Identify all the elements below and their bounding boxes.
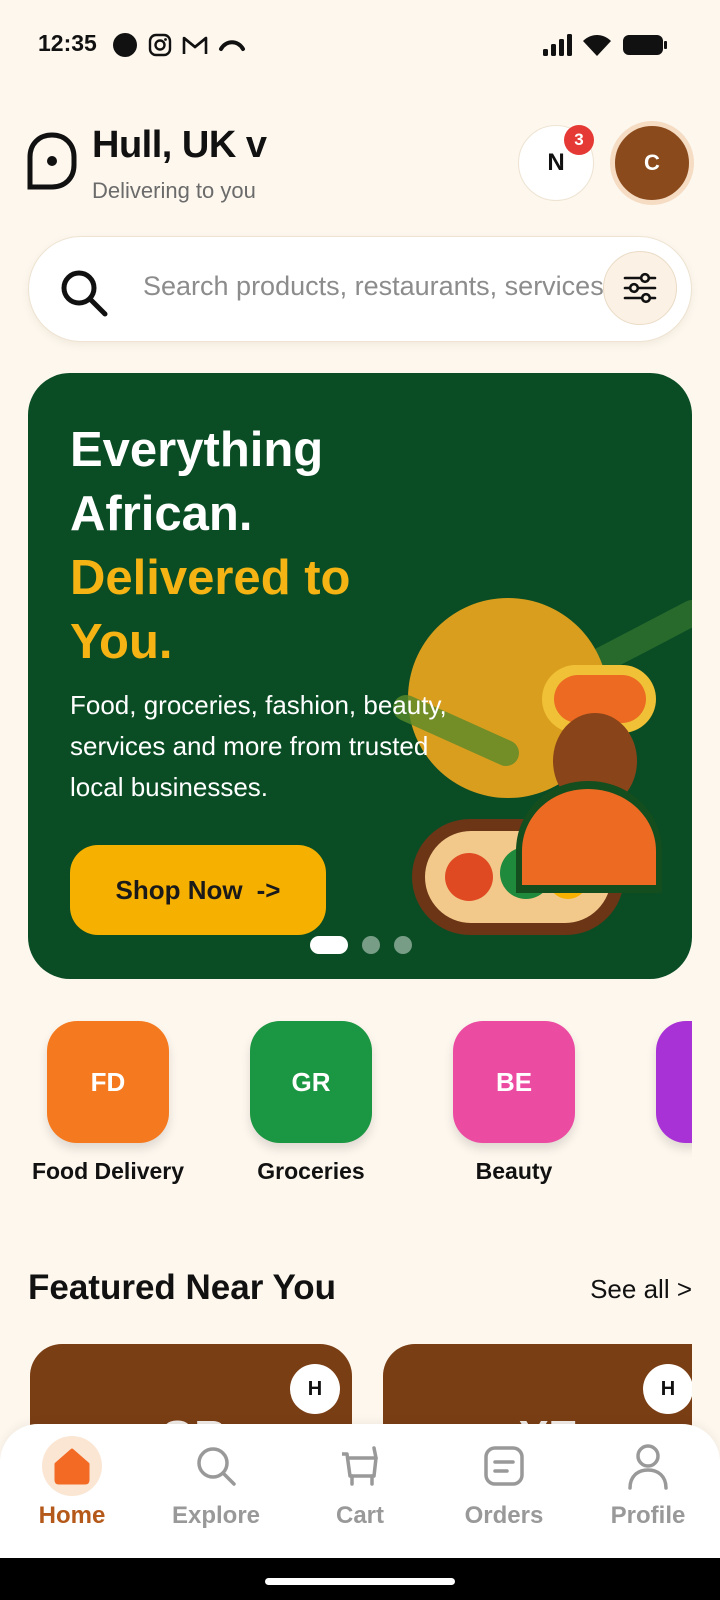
nav-label: Cart	[335, 1502, 384, 1529]
shop-now-button[interactable]: Shop Now ->	[70, 845, 326, 935]
hero-title-line-1: Everything	[70, 423, 324, 477]
gesture-bar	[0, 1558, 720, 1600]
category-fashion[interactable]: Fa	[617, 1021, 692, 1181]
nav-orders[interactable]: Orders	[444, 1436, 564, 1546]
signal-icon	[543, 34, 572, 56]
category-label: Fa	[617, 1158, 692, 1181]
category-tile	[656, 1021, 692, 1143]
search-icon	[197, 1447, 236, 1486]
favorite-badge[interactable]: H	[643, 1364, 692, 1414]
notification-icons	[112, 30, 246, 60]
circle-dot-icon	[113, 33, 137, 57]
sliders-icon	[623, 272, 657, 304]
nav-explore[interactable]: Explore	[156, 1436, 276, 1546]
carousel-dot-3[interactable]	[394, 936, 412, 954]
category-tile: BE	[453, 1021, 575, 1143]
see-all-link[interactable]: See all >	[590, 1274, 692, 1305]
nav-label: Explore	[171, 1502, 261, 1529]
notifications-label: N	[547, 149, 565, 176]
nav-label: Profile	[610, 1502, 686, 1529]
nav-label: Home	[38, 1502, 106, 1529]
shop-now-label: Shop Now	[115, 874, 243, 905]
category-label: Beauty	[475, 1158, 553, 1184]
wifi-icon	[583, 35, 611, 56]
notification-count-badge: 3	[564, 125, 594, 155]
search-input[interactable]: Search products, restaurants, services	[143, 271, 629, 302]
filter-button[interactable]	[603, 251, 677, 325]
category-tile: FD	[47, 1021, 169, 1143]
instagram-icon	[148, 33, 172, 57]
nav-cart[interactable]: Cart	[300, 1436, 420, 1546]
location-pin-icon[interactable]	[27, 132, 77, 190]
profile-icon	[628, 1444, 668, 1490]
home-icon	[54, 1448, 90, 1485]
home-indicator[interactable]	[265, 1578, 455, 1585]
hero-highlight-line-2: You.	[70, 615, 173, 669]
carousel-dot-2[interactable]	[362, 936, 380, 954]
favorite-badge[interactable]: H	[290, 1364, 340, 1414]
delivery-subtitle: Delivering to you	[92, 178, 256, 203]
hero-banner[interactable]: Everything African. Delivered to You. Fo…	[28, 373, 692, 979]
category-groceries[interactable]: GR Groceries	[211, 1021, 411, 1185]
gmail-icon	[182, 36, 208, 54]
system-icons	[542, 30, 668, 60]
bottom-navigation: Home Explore Cart Orders Profile	[0, 1424, 720, 1558]
section-title: Featured Near You	[28, 1268, 336, 1307]
category-label: Food Delivery	[31, 1158, 185, 1184]
hero-title-line-2: African.	[70, 487, 253, 541]
cart-icon	[342, 1446, 378, 1486]
arrow-right-icon: ->	[256, 874, 281, 905]
category-food-delivery[interactable]: FD Food Delivery	[8, 1021, 208, 1185]
category-beauty[interactable]: BE Beauty	[414, 1021, 614, 1185]
avatar[interactable]: C	[610, 121, 694, 205]
hero-description: Food, groceries, fashion, beauty, servic…	[70, 690, 447, 802]
carousel-dot-1[interactable]	[310, 936, 348, 954]
status-bar: 12:35	[0, 0, 720, 90]
nav-label: Orders	[464, 1502, 544, 1529]
nav-profile[interactable]: Profile	[588, 1436, 708, 1546]
search-icon	[61, 270, 108, 317]
missed-call-icon	[219, 40, 245, 51]
search-bar[interactable]: Search products, restaurants, services	[28, 236, 692, 342]
status-time: 12:35	[38, 30, 97, 56]
location-selector[interactable]: Hull, UK v	[92, 124, 267, 167]
nav-home[interactable]: Home	[12, 1436, 132, 1546]
orders-icon	[484, 1446, 524, 1486]
hero-highlight-line-1: Delivered to	[70, 551, 351, 605]
category-label: Groceries	[257, 1158, 365, 1184]
carousel-indicator[interactable]	[310, 936, 412, 954]
battery-icon	[623, 35, 667, 55]
category-tile: GR	[250, 1021, 372, 1143]
